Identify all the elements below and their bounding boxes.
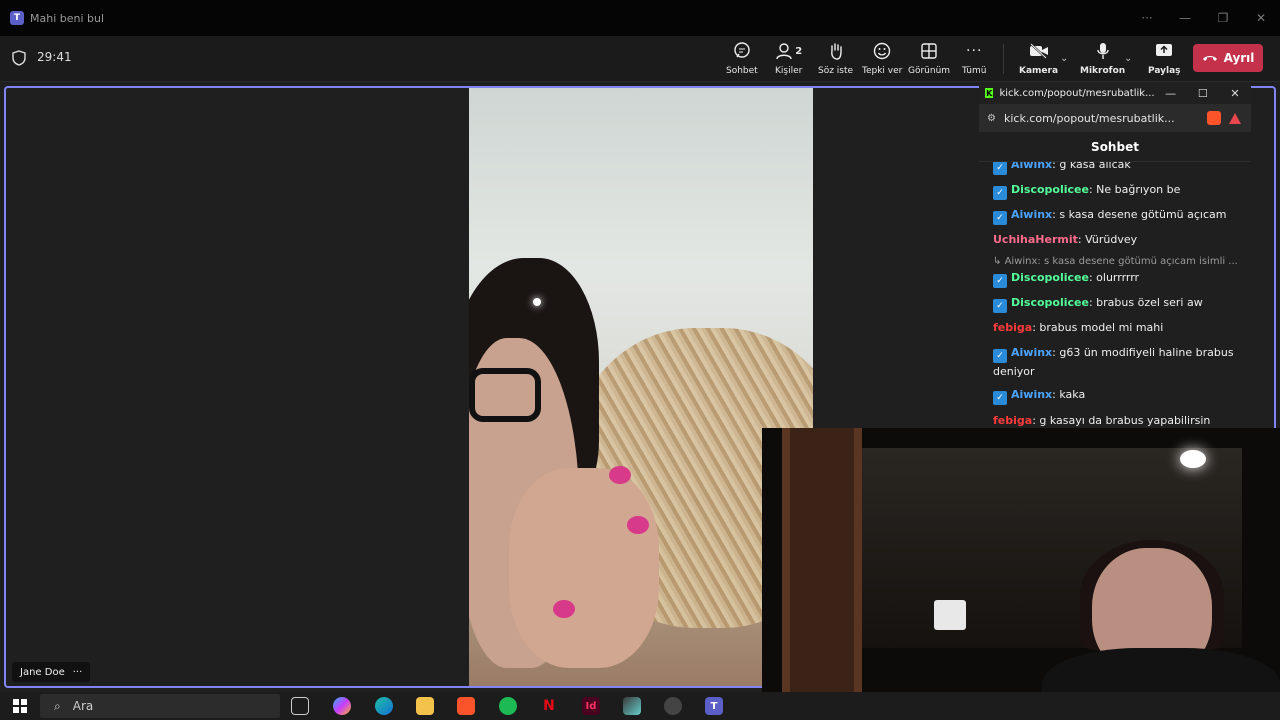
grid-icon — [920, 40, 938, 62]
participant-name: Jane Doe — [20, 666, 65, 678]
chat-title: Sohbet — [979, 132, 1251, 162]
davinci-resolve-icon[interactable] — [623, 697, 641, 715]
kick-logo-icon: K — [985, 88, 994, 98]
people-count: 2 — [795, 45, 803, 57]
window-titlebar: T Mahi beni bul ··· — ❐ ✕ — [0, 0, 1280, 36]
verified-badge-icon: ✓ — [993, 391, 1007, 405]
brave-rewards-icon[interactable] — [1229, 112, 1241, 124]
teams-icon: T — [10, 11, 24, 25]
obs-icon[interactable] — [664, 697, 682, 715]
spotify-icon[interactable] — [499, 697, 517, 715]
participant-more-icon[interactable]: ··· — [73, 667, 83, 678]
site-settings-icon[interactable]: ⚙ — [987, 113, 996, 124]
taskbar-search[interactable]: ⌕ Ara — [40, 694, 280, 718]
meeting-toolbar: 29:41 Sohbet 2 Kişiler Söz iste Tepki ve… — [0, 36, 1280, 82]
window-title: Mahi beni bul — [30, 11, 105, 25]
windows-start-icon[interactable] — [13, 699, 27, 713]
search-icon: ⌕ — [54, 698, 61, 713]
copilot-icon[interactable] — [333, 697, 351, 715]
verified-badge-icon: ✓ — [993, 211, 1007, 225]
participant-name-chip[interactable]: Jane Doe ··· — [12, 662, 91, 682]
more-button[interactable]: ··· Tümü — [962, 40, 986, 80]
brave-shield-icon[interactable] — [1207, 111, 1221, 125]
popout-tab-title: kick.com/popout/mesrubatlik... — [999, 87, 1155, 99]
verified-badge-icon: ✓ — [993, 299, 1007, 313]
chat-button[interactable]: Sohbet — [726, 40, 758, 80]
camera-button[interactable]: Kamera — [1019, 40, 1058, 80]
verified-badge-icon: ✓ — [993, 349, 1007, 363]
share-screen-icon — [1155, 40, 1173, 62]
chat-message: ✓ Aiwinx: g63 ün modifiyeli haline brabus… — [993, 346, 1234, 378]
chat-message: ✓ Aiwinx: kaka — [993, 386, 1241, 405]
camera-off-icon — [1029, 40, 1049, 62]
chat-message: UchihaHermit: Vürüdvey — [993, 233, 1138, 246]
chat-message: febiga: g kasayı da brabus yapabilirsin — [993, 414, 1211, 427]
smile-icon — [873, 40, 891, 62]
chat-message: ✓ Aiwinx: s kasa desene götümü açıcam — [993, 206, 1241, 225]
chat-message: febiga: brabus model mi mahi — [993, 321, 1164, 334]
minimize-button[interactable]: — — [1166, 11, 1204, 25]
chat-message: ✓ Discopolicee: brabus özel seri aw — [993, 294, 1241, 313]
url-text[interactable]: kick.com/popout/mesrubatlik... — [1004, 112, 1199, 125]
chat-message: ✓ Discopolicee: olurrrrrr — [993, 269, 1241, 288]
task-view-icon[interactable] — [291, 697, 309, 715]
leave-button[interactable]: Ayrıl — [1193, 44, 1263, 72]
file-explorer-icon[interactable] — [416, 697, 434, 715]
chat-message: ✓ Aiwinx: g kasa alicak — [993, 162, 1241, 175]
edge-browser-icon[interactable] — [375, 697, 393, 715]
popout-close-button[interactable]: ✕ — [1219, 87, 1251, 100]
browser-popout-window: K kick.com/popout/mesrubatlik... — ☐ ✕ ⚙… — [979, 82, 1251, 430]
teams-taskbar-icon[interactable]: T — [705, 697, 723, 715]
chat-message: ✓ Discopolicee: Ne bağrıyon be — [993, 181, 1241, 200]
mic-button[interactable]: Mikrofon — [1080, 40, 1125, 80]
close-button[interactable]: ✕ — [1242, 11, 1280, 25]
phone-hangup-icon — [1202, 56, 1217, 61]
netflix-icon[interactable]: N — [540, 697, 558, 715]
react-button[interactable]: Tepki ver — [862, 40, 902, 80]
mic-options-chevron-icon[interactable]: ⌄ — [1124, 53, 1132, 64]
indesign-icon[interactable]: Id — [582, 697, 600, 715]
chat-messages: ✓ Aiwinx: g kasa alicak ✓ Discopolicee: Ne… — [979, 162, 1251, 430]
more-options-icon[interactable]: ··· — [1128, 11, 1166, 25]
share-button[interactable]: Paylaş — [1148, 40, 1181, 80]
brave-browser-icon[interactable] — [457, 697, 475, 715]
reply-preview[interactable]: ↳ Aiwinx: s kasa desene götümü açıcam is… — [993, 256, 1241, 267]
hand-icon — [827, 40, 845, 62]
popout-maximize-button[interactable]: ☐ — [1187, 87, 1219, 100]
address-bar[interactable]: ⚙ kick.com/popout/mesrubatlik... — [979, 104, 1251, 132]
view-button[interactable]: Görünüm — [908, 40, 950, 80]
verified-badge-icon: ✓ — [993, 186, 1007, 200]
ellipsis-icon: ··· — [966, 43, 983, 59]
people-icon: 2 — [775, 40, 802, 62]
windows-taskbar: ⌕ Ara N Id T — [0, 692, 1280, 720]
verified-badge-icon: ✓ — [993, 274, 1007, 288]
meeting-timer: 29:41 — [37, 50, 72, 64]
chat-icon — [733, 40, 751, 62]
webcam-overlay — [762, 428, 1280, 720]
verified-badge-icon: ✓ — [993, 162, 1007, 175]
maximize-button[interactable]: ❐ — [1204, 11, 1242, 25]
shield-icon — [12, 50, 26, 66]
toolbar-divider — [1003, 44, 1004, 74]
popout-titlebar: K kick.com/popout/mesrubatlik... — ☐ ✕ — [979, 82, 1251, 104]
camera-options-chevron-icon[interactable]: ⌄ — [1060, 53, 1068, 64]
microphone-icon — [1096, 40, 1110, 62]
popout-minimize-button[interactable]: — — [1155, 87, 1187, 100]
people-button[interactable]: 2 Kişiler — [775, 40, 802, 80]
raise-hand-button[interactable]: Söz iste — [818, 40, 853, 80]
